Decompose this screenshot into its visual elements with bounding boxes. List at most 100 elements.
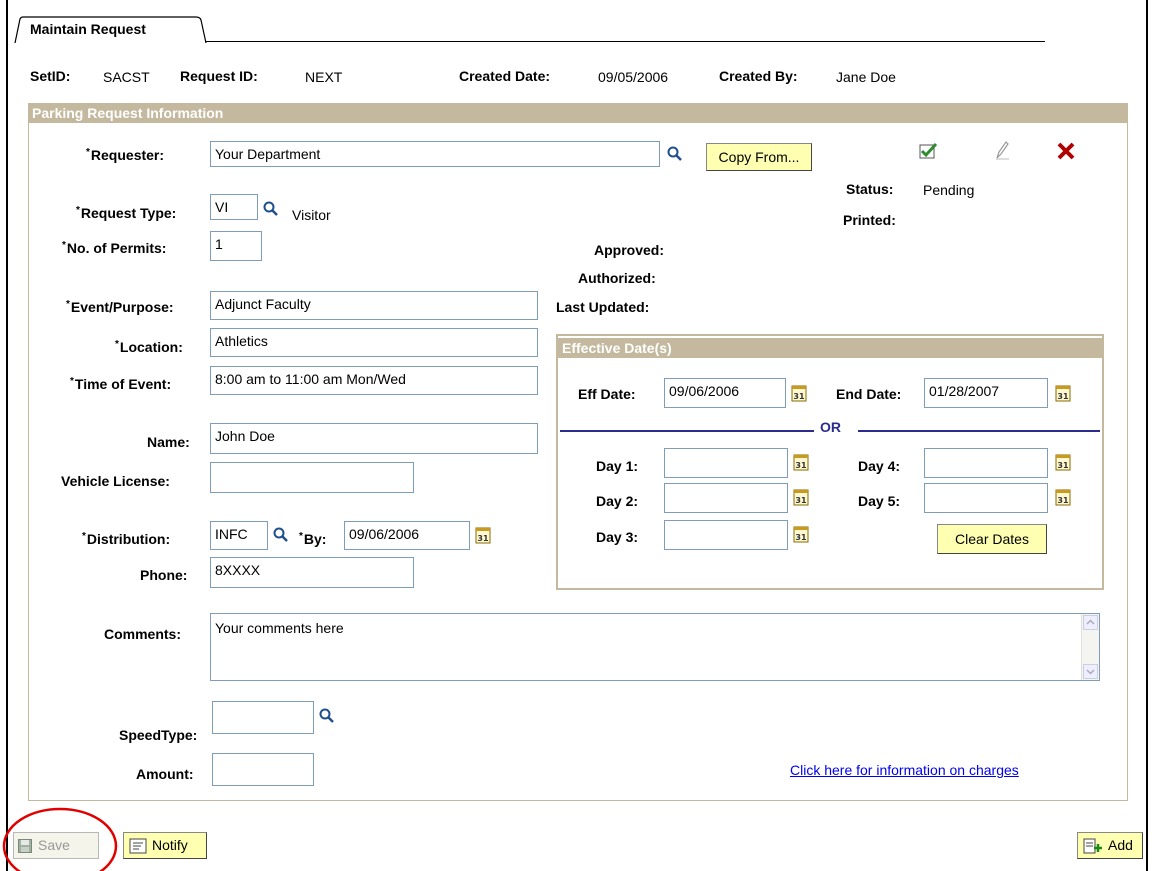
created-date-label: Created Date: — [459, 68, 551, 84]
location-label-text: Location: — [119, 339, 183, 355]
copy-from-button[interactable]: Copy From... — [706, 143, 812, 171]
page-left-border — [6, 0, 8, 871]
name-input[interactable]: John Doe — [210, 423, 538, 454]
page-right-border — [1146, 0, 1148, 871]
svg-text:31: 31 — [1057, 392, 1069, 401]
day1-label: Day 1: — [596, 458, 639, 474]
vehicle-label: Vehicle License: — [61, 473, 170, 489]
day3-input[interactable] — [664, 520, 788, 550]
event-label-text: Event/Purpose: — [70, 299, 174, 315]
eff-date-input[interactable]: 09/06/2006 — [664, 378, 786, 408]
last-updated-label: Last Updated: — [556, 299, 650, 315]
day5-label: Day 5: — [858, 493, 901, 509]
edit-pencil-icon[interactable] — [992, 139, 1012, 161]
svg-text:31: 31 — [793, 392, 805, 401]
requester-lookup-icon[interactable] — [666, 145, 684, 163]
requester-input[interactable]: Your Department — [210, 141, 660, 167]
effective-dates-title: Effective Date(s) — [558, 338, 1102, 358]
time-input[interactable]: 8:00 am to 11:00 am Mon/Wed — [210, 366, 538, 395]
day5-calendar-icon[interactable]: 31 — [1055, 488, 1071, 506]
permits-input[interactable]: 1 — [210, 231, 262, 261]
authorized-label: Authorized: — [578, 270, 656, 286]
time-label: *Time of Event: — [70, 376, 172, 392]
day4-calendar-icon[interactable]: 31 — [1055, 453, 1071, 471]
day5-input[interactable] — [924, 483, 1048, 513]
svg-text:31: 31 — [795, 496, 807, 505]
day4-label: Day 4: — [858, 458, 901, 474]
requester-label: *Requester: — [86, 147, 165, 163]
location-input[interactable]: Athletics — [210, 328, 538, 357]
vehicle-input[interactable] — [210, 462, 414, 493]
request-type-label-text: Request Type: — [80, 205, 177, 221]
end-date-label: End Date: — [836, 386, 902, 402]
day2-label: Day 2: — [596, 493, 639, 509]
request-type-lookup-icon[interactable] — [262, 200, 280, 218]
section-title: Parking Request Information — [28, 103, 1128, 123]
distribution-label: *Distribution: — [82, 531, 171, 547]
setid-value: SACST — [103, 69, 150, 85]
comments-text: Your comments here — [215, 620, 344, 636]
end-date-calendar-icon[interactable]: 31 — [1055, 384, 1071, 402]
speedtype-input[interactable] — [212, 701, 314, 734]
by-calendar-icon[interactable]: 31 — [475, 526, 491, 544]
request-type-input[interactable]: VI — [210, 194, 258, 220]
or-label: OR — [820, 419, 841, 435]
setid-label: SetID: — [30, 68, 71, 84]
distribution-label-text: Distribution: — [86, 531, 171, 547]
time-label-text: Time of Event: — [74, 376, 172, 392]
by-label-text: By: — [303, 531, 327, 547]
event-label: *Event/Purpose: — [66, 299, 174, 315]
created-by-label: Created By: — [719, 68, 798, 84]
add-button[interactable]: Add — [1077, 832, 1143, 859]
comments-scrollbar[interactable] — [1081, 614, 1099, 680]
request-id-label: Request ID: — [180, 68, 258, 84]
amount-input[interactable] — [212, 753, 314, 786]
tab-maintain-request[interactable]: Maintain Request — [14, 16, 207, 44]
status-label: Status: — [846, 181, 894, 197]
request-type-label: *Request Type: — [76, 205, 177, 221]
created-date-value: 09/05/2006 — [598, 69, 669, 85]
deny-x-icon[interactable] — [1056, 141, 1076, 161]
day1-input[interactable] — [664, 448, 788, 478]
charges-info-link[interactable]: Click here for information on charges — [790, 762, 1019, 778]
requester-label-text: Requester: — [90, 147, 165, 163]
comments-textarea[interactable]: Your comments here — [210, 613, 1100, 681]
name-label: Name: — [147, 434, 190, 450]
svg-text:31: 31 — [1057, 461, 1069, 470]
event-input[interactable]: Adjunct Faculty — [210, 291, 538, 320]
clear-dates-button[interactable]: Clear Dates — [937, 524, 1047, 554]
phone-input[interactable]: 8XXXX — [210, 557, 414, 588]
request-type-desc: Visitor — [292, 207, 331, 223]
svg-text:31: 31 — [1057, 496, 1069, 505]
eff-date-label: Eff Date: — [578, 386, 636, 402]
end-date-input[interactable]: 01/28/2007 — [924, 378, 1048, 408]
speedtype-lookup-icon[interactable] — [318, 707, 336, 725]
day2-input[interactable] — [664, 483, 788, 513]
request-id-value: NEXT — [305, 69, 343, 85]
or-divider-left — [560, 430, 814, 432]
svg-text:31: 31 — [477, 534, 489, 543]
distribution-input[interactable]: INFC — [210, 521, 268, 550]
by-label: *By: — [299, 531, 327, 547]
day3-label: Day 3: — [596, 529, 639, 545]
day1-calendar-icon[interactable]: 31 — [793, 453, 809, 471]
approve-check-icon[interactable] — [918, 141, 940, 161]
distribution-lookup-icon[interactable] — [272, 526, 290, 544]
approved-label: Approved: — [594, 242, 664, 258]
eff-date-calendar-icon[interactable]: 31 — [791, 384, 807, 402]
printed-label: Printed: — [843, 212, 896, 228]
by-date-input[interactable]: 09/06/2006 — [344, 521, 470, 550]
day2-calendar-icon[interactable]: 31 — [793, 488, 809, 506]
scroll-up-icon[interactable] — [1083, 615, 1098, 630]
save-highlight-circle — [2, 807, 118, 871]
permits-label-text: No. of Permits: — [66, 240, 167, 256]
scroll-down-icon[interactable] — [1083, 664, 1098, 679]
svg-text:31: 31 — [795, 533, 807, 542]
phone-label: Phone: — [140, 567, 188, 583]
day3-calendar-icon[interactable]: 31 — [793, 525, 809, 543]
day4-input[interactable] — [924, 448, 1048, 478]
tab-label: Maintain Request — [30, 21, 146, 37]
status-value: Pending — [923, 182, 975, 198]
svg-text:31: 31 — [795, 461, 807, 470]
or-divider-right — [858, 430, 1100, 432]
